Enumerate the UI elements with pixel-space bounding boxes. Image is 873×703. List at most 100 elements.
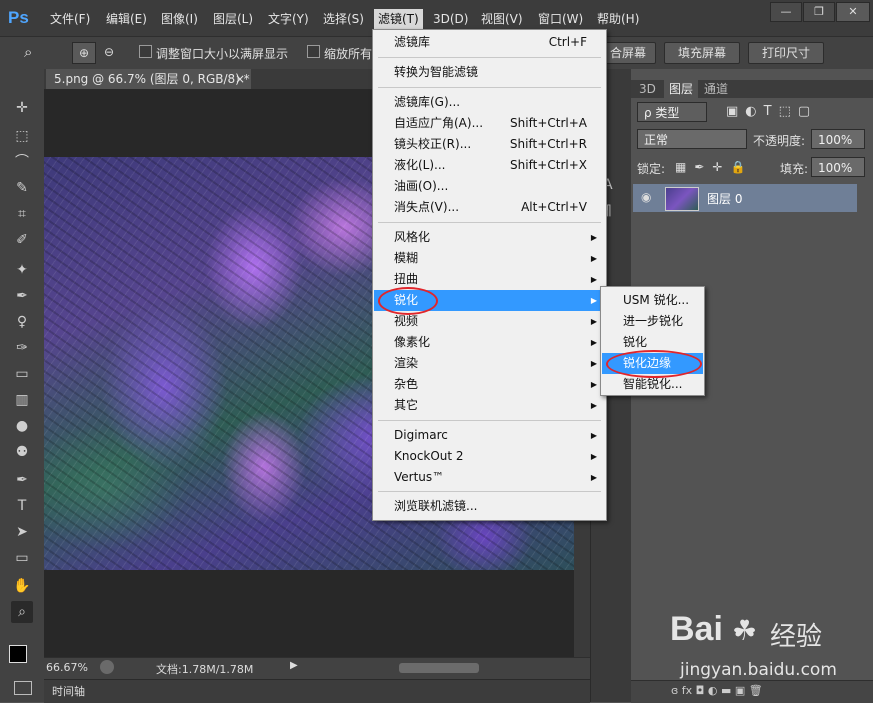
annotation-circle-sharpen-edges bbox=[606, 350, 702, 378]
fill-screen-button[interactable]: 填充屏幕 bbox=[664, 42, 740, 64]
document-size-info: 文档:1.78M/1.78M bbox=[156, 663, 254, 676]
dodge-tool-icon[interactable]: ⚉ bbox=[11, 441, 33, 463]
lasso-tool-icon[interactable]: ⌒ bbox=[11, 151, 33, 173]
menu-item-other[interactable]: 其它 ▶ bbox=[374, 395, 605, 416]
submenu-item-sharpen-more[interactable]: 进一步锐化 bbox=[602, 311, 703, 332]
menu-item-stylize[interactable]: 风格化 ▶ bbox=[374, 227, 605, 248]
marquee-tool-icon[interactable]: ⬚ bbox=[11, 125, 33, 147]
menu-item-lens-correction[interactable]: 镜头校正(R)... Shift+Ctrl+R bbox=[374, 134, 605, 155]
rectangle-tool-icon[interactable]: ▭ bbox=[11, 547, 33, 569]
clone-stamp-tool-icon[interactable]: ♀ bbox=[11, 311, 33, 333]
zoom-in-icon[interactable]: ⊕ bbox=[72, 42, 96, 64]
resize-windows-label: 调整窗口大小以满屏显示 bbox=[156, 47, 289, 61]
menu-window[interactable]: 窗口(W) bbox=[538, 10, 583, 28]
menu-type[interactable]: 文字(Y) bbox=[268, 10, 309, 28]
fill-input[interactable]: 100% bbox=[811, 157, 865, 177]
move-tool-icon[interactable]: ✛ bbox=[11, 97, 33, 119]
status-menu-arrow-icon[interactable]: ▶ bbox=[290, 660, 298, 671]
visibility-eye-icon[interactable]: ◉ bbox=[641, 190, 651, 204]
menu-layer[interactable]: 图层(L) bbox=[213, 10, 253, 28]
blur-tool-icon[interactable]: ● bbox=[11, 415, 33, 437]
filter-dropdown-menu: 滤镜库 Ctrl+F 转换为智能滤镜 滤镜库(G)... 自适应广角(A)... S… bbox=[372, 29, 607, 521]
pen-tool-icon[interactable]: ✒ bbox=[11, 469, 33, 491]
menu-item-vanishing-point[interactable]: 消失点(V)... Alt+Ctrl+V bbox=[374, 197, 605, 218]
tab-channels[interactable]: 通道 bbox=[699, 80, 733, 98]
menu-file[interactable]: 文件(F) bbox=[50, 10, 90, 28]
layer-filter-icons[interactable]: ▣◐T⬚▢ bbox=[726, 104, 866, 122]
menu-item-knockout[interactable]: KnockOut 2 ▶ bbox=[374, 446, 605, 467]
crop-tool-icon[interactable]: ⌗ bbox=[11, 203, 33, 225]
layer-thumbnail bbox=[665, 187, 699, 211]
menu-separator bbox=[378, 57, 601, 58]
zoom-level[interactable]: 66.67% bbox=[46, 661, 88, 674]
foreground-color-swatch[interactable] bbox=[9, 645, 27, 663]
menu-help[interactable]: 帮助(H) bbox=[597, 10, 639, 28]
minimize-button[interactable]: — bbox=[770, 2, 802, 22]
menu-edit[interactable]: 编辑(E) bbox=[106, 10, 147, 28]
status-info-icon[interactable] bbox=[100, 660, 114, 674]
tab-layers[interactable]: 图层 bbox=[664, 80, 699, 98]
menu-item-adaptive-wide-angle[interactable]: 自适应广角(A)... Shift+Ctrl+A bbox=[374, 113, 605, 134]
lock-icons[interactable]: ▦✒✛🔒 bbox=[675, 160, 753, 174]
zoom-tool-icon[interactable]: ⌕ bbox=[11, 601, 33, 623]
quick-select-tool-icon[interactable]: ✎ bbox=[11, 177, 33, 199]
blend-mode-select[interactable]: 正常 bbox=[637, 129, 747, 149]
zoom-out-icon[interactable]: ⊖ bbox=[98, 42, 120, 62]
quick-mask-icon[interactable] bbox=[14, 681, 32, 695]
menu-filter[interactable]: 滤镜(T) bbox=[374, 9, 423, 29]
maximize-button[interactable]: ❐ bbox=[803, 2, 835, 22]
layer-name[interactable]: 图层 0 bbox=[707, 190, 742, 207]
menu-item-blur[interactable]: 模糊 ▶ bbox=[374, 248, 605, 269]
close-tab-icon[interactable]: × bbox=[235, 69, 245, 89]
menu-item-browse-filters-online[interactable]: 浏览联机滤镜... bbox=[374, 496, 605, 517]
menu-item-render[interactable]: 渲染 ▶ bbox=[374, 353, 605, 374]
layer-row[interactable]: ◉ 图层 0 bbox=[633, 184, 857, 212]
menu-image[interactable]: 图像(I) bbox=[161, 10, 198, 28]
type-tool-icon[interactable]: T bbox=[11, 495, 33, 517]
submenu-item-unsharp-mask[interactable]: USM 锐化... bbox=[602, 290, 703, 311]
sharpen-submenu: USM 锐化... 进一步锐化 锐化 锐化边缘 智能锐化... bbox=[600, 286, 705, 396]
menu-item-digimarc[interactable]: Digimarc ▶ bbox=[374, 425, 605, 446]
timeline-label[interactable]: 时间轴 bbox=[52, 683, 85, 699]
menu-item-convert-smart-filters[interactable]: 转换为智能滤镜 bbox=[374, 62, 605, 83]
status-bar: 66.67% 文档:1.78M/1.78M ▶ bbox=[44, 657, 590, 680]
document-tab[interactable]: 5.png @ 66.7% (图层 0, RGB/8) * × bbox=[46, 69, 251, 89]
gradient-tool-icon[interactable]: ▥ bbox=[11, 389, 33, 411]
healing-brush-tool-icon[interactable]: ✦ bbox=[11, 259, 33, 281]
brush-tool-icon[interactable]: ✒ bbox=[11, 285, 33, 307]
eraser-tool-icon[interactable]: ▭ bbox=[11, 363, 33, 385]
menu-select[interactable]: 选择(S) bbox=[323, 10, 364, 28]
menu-item-pixelate[interactable]: 像素化 ▶ bbox=[374, 332, 605, 353]
toolbox: ✛ ⬚ ⌒ ✎ ⌗ ✐ ✦ ✒ ♀ ✑ ▭ ▥ ● ⚉ ✒ T ➤ ▭ ✋ ⌕ bbox=[0, 69, 45, 702]
hand-tool-icon[interactable]: ✋ bbox=[11, 575, 33, 597]
document-tab-title: 5.png @ 66.7% (图层 0, RGB/8) * bbox=[54, 72, 250, 86]
tab-3d[interactable]: 3D bbox=[634, 80, 661, 98]
zoom-tool-icon[interactable]: ⌕ bbox=[24, 43, 46, 63]
menu-item-liquify[interactable]: 液化(L)... Shift+Ctrl+X bbox=[374, 155, 605, 176]
menu-separator bbox=[378, 87, 601, 88]
menu-item-filter-gallery-last[interactable]: 滤镜库 Ctrl+F bbox=[374, 32, 605, 53]
watermark-paw-icon: ☘ bbox=[732, 614, 758, 647]
photoshop-logo: Ps bbox=[8, 8, 29, 27]
menu-item-vertus[interactable]: Vertus™ ▶ bbox=[374, 467, 605, 488]
menu-item-oil-paint[interactable]: 油画(O)... bbox=[374, 176, 605, 197]
path-select-tool-icon[interactable]: ➤ bbox=[11, 521, 33, 543]
menu-view[interactable]: 视图(V) bbox=[481, 10, 523, 28]
menu-separator bbox=[378, 420, 601, 421]
resize-windows-checkbox[interactable] bbox=[139, 45, 152, 58]
opacity-input[interactable]: 100% bbox=[811, 129, 865, 149]
eyedropper-tool-icon[interactable]: ✐ bbox=[11, 229, 33, 251]
watermark-brand: Bai bbox=[670, 610, 723, 648]
menu-item-noise[interactable]: 杂色 ▶ bbox=[374, 374, 605, 395]
annotation-circle-sharpen bbox=[378, 287, 438, 315]
menu-item-filter-gallery[interactable]: 滤镜库(G)... bbox=[374, 92, 605, 113]
lock-label: 锁定: bbox=[637, 162, 666, 176]
layer-kind-filter[interactable]: ρ 类型 bbox=[637, 102, 707, 122]
horizontal-scrollbar-thumb[interactable] bbox=[399, 663, 479, 673]
close-window-button[interactable]: ✕ bbox=[836, 2, 870, 22]
history-brush-tool-icon[interactable]: ✑ bbox=[11, 337, 33, 359]
zoom-all-checkbox[interactable] bbox=[307, 45, 320, 58]
fit-screen-button[interactable]: 合屏幕 bbox=[600, 42, 656, 64]
print-size-button[interactable]: 打印尺寸 bbox=[748, 42, 824, 64]
menu-3d[interactable]: 3D(D) bbox=[433, 10, 468, 28]
